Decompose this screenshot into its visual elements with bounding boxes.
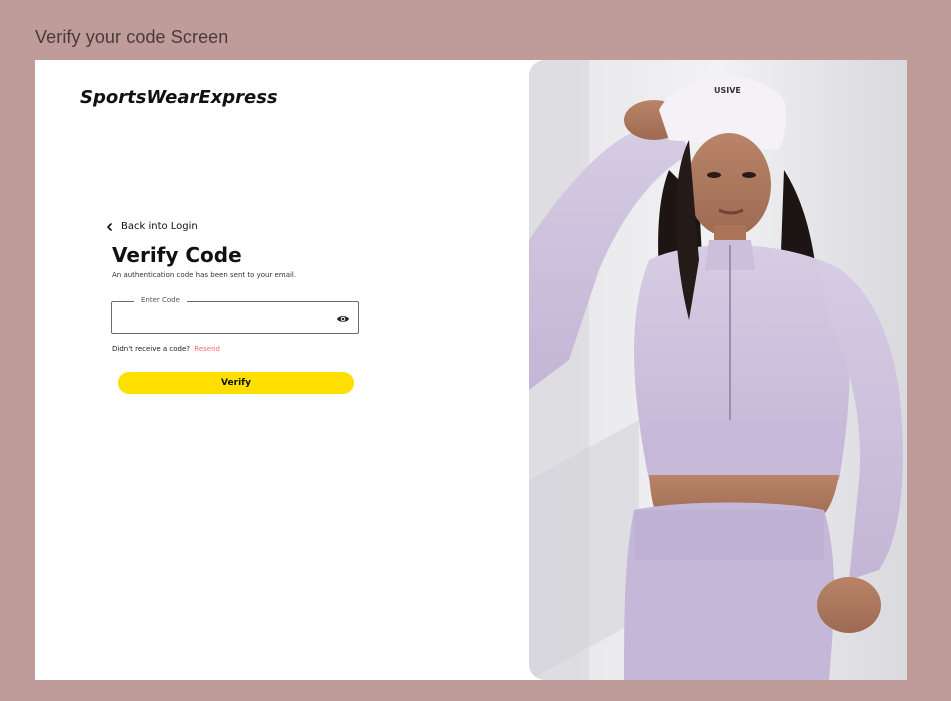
page-subtitle: An authentication code has been sent to … — [112, 271, 297, 279]
code-field[interactable]: Enter Code — [111, 296, 359, 334]
chevron-left-icon — [106, 222, 113, 231]
resend-link[interactable]: Resend — [194, 345, 220, 353]
hero-image: USIVE — [529, 60, 907, 680]
back-link-label: Back into Login — [121, 221, 198, 232]
verify-screen: SportsWearExpress Back into Login Verify… — [35, 60, 907, 680]
code-input[interactable] — [120, 308, 334, 330]
brand-logo[interactable]: SportsWearExpress — [80, 87, 278, 108]
cap-text: USIVE — [714, 86, 741, 95]
resend-row: Didn't receive a code? Resend — [112, 345, 220, 353]
back-to-login-link[interactable]: Back into Login — [106, 221, 198, 232]
code-field-label: Enter Code — [134, 296, 187, 304]
verify-button[interactable]: Verify — [118, 372, 354, 394]
eye-icon[interactable] — [336, 311, 350, 329]
frame-title: Verify your code Screen — [35, 27, 229, 47]
no-code-text: Didn't receive a code? — [112, 345, 191, 353]
page-title: Verify Code — [112, 243, 242, 267]
